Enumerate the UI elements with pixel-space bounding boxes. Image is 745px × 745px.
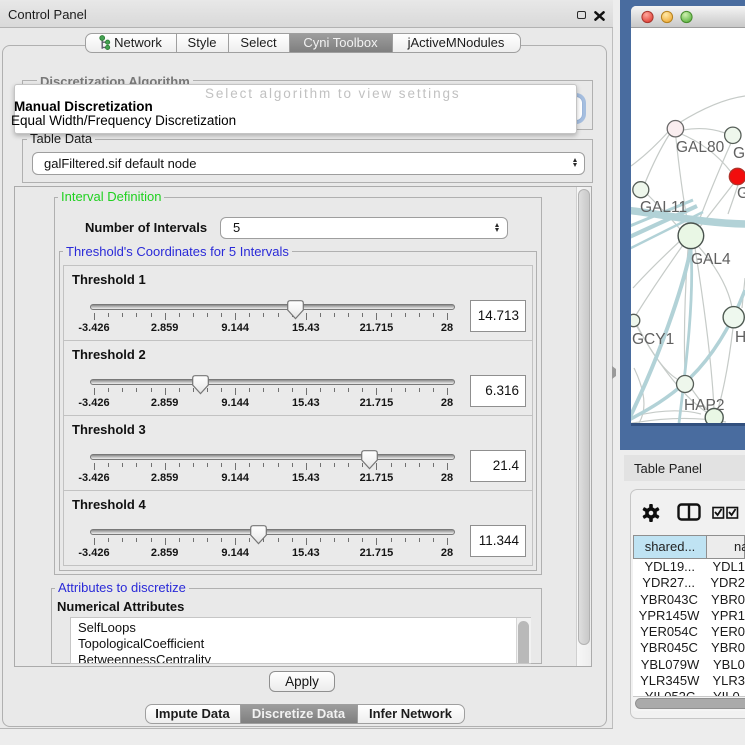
svg-text:GAL80: GAL80 — [676, 139, 725, 156]
svg-text:GAL11: GAL11 — [640, 199, 687, 216]
svg-text:GAL4: GAL4 — [691, 251, 731, 268]
svg-text:GCY1: GCY1 — [632, 331, 674, 348]
svg-text:H: H — [735, 329, 745, 346]
svg-text:G: G — [737, 185, 745, 202]
svg-text:GA: GA — [733, 145, 745, 162]
svg-text:HAP2: HAP2 — [684, 397, 725, 414]
